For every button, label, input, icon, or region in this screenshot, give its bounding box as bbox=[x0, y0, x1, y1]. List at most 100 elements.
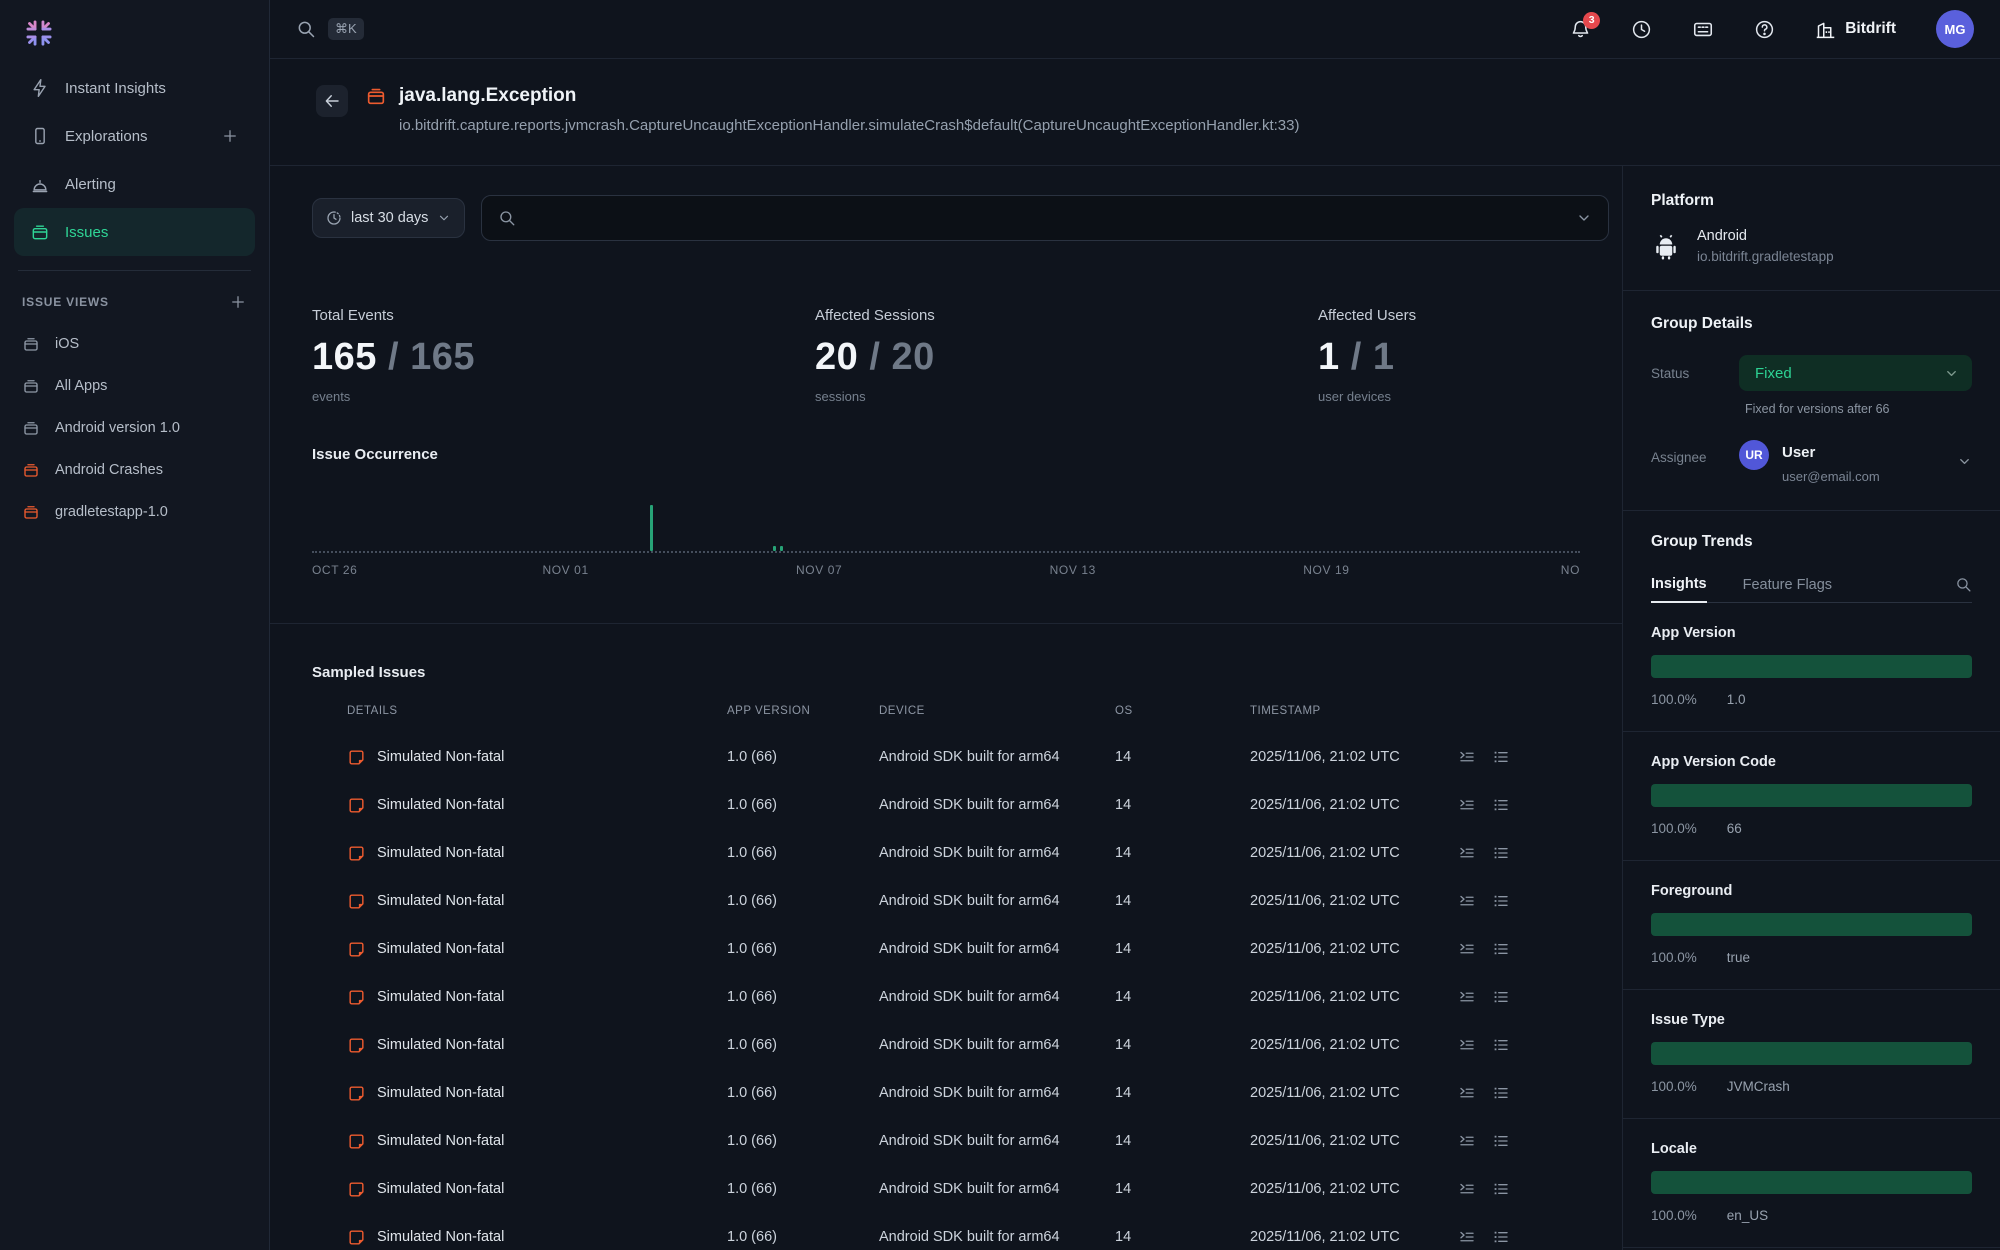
trend-distribution-bar[interactable] bbox=[1651, 1042, 1972, 1065]
list-view-icon[interactable] bbox=[1492, 1036, 1510, 1054]
list-view-icon[interactable] bbox=[1492, 1228, 1510, 1246]
table-row[interactable]: Simulated Non-fatal 1.0 (66) Android SDK… bbox=[312, 1117, 1622, 1165]
table-row[interactable]: Simulated Non-fatal 1.0 (66) Android SDK… bbox=[312, 973, 1622, 1021]
table-row[interactable]: Simulated Non-fatal 1.0 (66) Android SDK… bbox=[312, 781, 1622, 829]
list-view-icon[interactable] bbox=[1492, 940, 1510, 958]
cell-details: Simulated Non-fatal bbox=[347, 1228, 727, 1247]
list-view-icon[interactable] bbox=[1492, 988, 1510, 1006]
notifications-bell-icon[interactable]: 3 bbox=[1570, 19, 1591, 40]
bitdrift-logo-icon[interactable] bbox=[20, 14, 58, 52]
trend-distribution-bar[interactable] bbox=[1651, 913, 1972, 936]
list-view-icon[interactable] bbox=[1492, 1180, 1510, 1198]
table-row[interactable]: Simulated Non-fatal 1.0 (66) Android SDK… bbox=[312, 1069, 1622, 1117]
view-logs-icon[interactable] bbox=[1458, 1180, 1476, 1198]
view-logs-icon[interactable] bbox=[1458, 988, 1476, 1006]
add-exploration-icon[interactable] bbox=[221, 127, 239, 145]
chevron-down-icon bbox=[437, 211, 451, 225]
sidebar-item-issues[interactable]: Issues bbox=[14, 208, 255, 256]
group-details-section: Group Details Status Fixed Fixed for ver… bbox=[1623, 290, 2000, 510]
trend-distribution-bar[interactable] bbox=[1651, 1171, 1972, 1194]
issue-view-item[interactable]: Android Crashes bbox=[0, 449, 269, 491]
issues-box-icon bbox=[22, 377, 40, 395]
sidebar-item-explorations[interactable]: Explorations bbox=[14, 112, 255, 160]
keyboard-shortcuts-icon[interactable] bbox=[1692, 18, 1714, 40]
search-icon[interactable] bbox=[1955, 576, 1972, 593]
issue-view-label: iOS bbox=[55, 336, 79, 352]
cell-device: Android SDK built for arm64 bbox=[879, 1133, 1115, 1149]
issue-title: java.lang.Exception bbox=[399, 85, 576, 107]
list-view-icon[interactable] bbox=[1492, 748, 1510, 766]
org-switcher[interactable]: Bitdrift bbox=[1815, 19, 1896, 40]
issues-box-icon bbox=[22, 419, 40, 437]
trend-value: true bbox=[1727, 950, 1750, 965]
crash-report-icon bbox=[347, 1228, 366, 1247]
trend-distribution-bar[interactable] bbox=[1651, 655, 1972, 678]
sidebar-item-alerting[interactable]: Alerting bbox=[14, 160, 255, 208]
view-logs-icon[interactable] bbox=[1458, 748, 1476, 766]
cell-timestamp: 2025/11/06, 21:02 UTC bbox=[1250, 1085, 1458, 1101]
trend-item: Locale 100.0% en_US bbox=[1623, 1118, 2000, 1247]
add-issue-view-icon[interactable] bbox=[229, 293, 247, 311]
view-logs-icon[interactable] bbox=[1458, 892, 1476, 910]
view-logs-icon[interactable] bbox=[1458, 1228, 1476, 1246]
tab-insights[interactable]: Insights bbox=[1651, 567, 1707, 603]
issue-view-item[interactable]: Android version 1.0 bbox=[0, 407, 269, 449]
issue-view-label: All Apps bbox=[55, 378, 107, 394]
history-clock-icon[interactable] bbox=[1631, 19, 1652, 40]
global-search[interactable]: ⌘K bbox=[296, 18, 364, 40]
cell-details: Simulated Non-fatal bbox=[347, 892, 727, 911]
table-row[interactable]: Simulated Non-fatal 1.0 (66) Android SDK… bbox=[312, 925, 1622, 973]
list-view-icon[interactable] bbox=[1492, 1132, 1510, 1150]
trend-percent: 100.0% bbox=[1651, 1079, 1697, 1094]
cell-timestamp: 2025/11/06, 21:02 UTC bbox=[1250, 989, 1458, 1005]
trend-distribution-bar[interactable] bbox=[1651, 784, 1972, 807]
trend-percent: 100.0% bbox=[1651, 950, 1697, 965]
column-header-device: DEVICE bbox=[879, 705, 1115, 717]
table-row[interactable]: Simulated Non-fatal 1.0 (66) Android SDK… bbox=[312, 1021, 1622, 1069]
list-view-icon[interactable] bbox=[1492, 796, 1510, 814]
cell-details: Simulated Non-fatal bbox=[347, 748, 727, 767]
issue-view-item[interactable]: All Apps bbox=[0, 365, 269, 407]
chart-bar bbox=[650, 505, 653, 551]
issues-filter-input[interactable] bbox=[526, 210, 1566, 227]
column-header-app-version: APP VERSION bbox=[727, 705, 879, 717]
table-row[interactable]: Simulated Non-fatal 1.0 (66) Android SDK… bbox=[312, 733, 1622, 781]
list-view-icon[interactable] bbox=[1492, 844, 1510, 862]
platform-section: Platform Android io.bitdrift.gradletesta… bbox=[1623, 166, 2000, 290]
list-view-icon[interactable] bbox=[1492, 892, 1510, 910]
status-select[interactable]: Fixed bbox=[1739, 355, 1972, 391]
assignee-select[interactable]: UR User user@email.com bbox=[1739, 440, 1957, 484]
section-divider bbox=[270, 623, 1623, 624]
issues-filter bbox=[481, 195, 1609, 241]
issue-view-item[interactable]: iOS bbox=[0, 323, 269, 365]
list-view-icon[interactable] bbox=[1492, 1084, 1510, 1102]
back-button[interactable] bbox=[316, 85, 348, 117]
sidebar-item-instant-insights[interactable]: Instant Insights bbox=[14, 64, 255, 112]
status-value: Fixed bbox=[1755, 365, 1944, 382]
trend-value: 66 bbox=[1727, 821, 1742, 836]
cell-app-version: 1.0 (66) bbox=[727, 1229, 879, 1245]
table-row[interactable]: Simulated Non-fatal 1.0 (66) Android SDK… bbox=[312, 1213, 1622, 1250]
table-row[interactable]: Simulated Non-fatal 1.0 (66) Android SDK… bbox=[312, 1165, 1622, 1213]
cell-timestamp: 2025/11/06, 21:02 UTC bbox=[1250, 797, 1458, 813]
view-logs-icon[interactable] bbox=[1458, 1132, 1476, 1150]
view-logs-icon[interactable] bbox=[1458, 940, 1476, 958]
table-row[interactable]: Simulated Non-fatal 1.0 (66) Android SDK… bbox=[312, 829, 1622, 877]
topbar: ⌘K 3 Bitdrift MG bbox=[270, 0, 2000, 59]
help-icon[interactable] bbox=[1754, 19, 1775, 40]
building-icon bbox=[1815, 19, 1836, 40]
view-logs-icon[interactable] bbox=[1458, 1084, 1476, 1102]
view-logs-icon[interactable] bbox=[1458, 796, 1476, 814]
time-range-selector[interactable]: last 30 days bbox=[312, 198, 465, 238]
cell-timestamp: 2025/11/06, 21:02 UTC bbox=[1250, 1133, 1458, 1149]
chevron-down-icon[interactable] bbox=[1576, 210, 1592, 226]
issue-view-item[interactable]: gradletestapp-1.0 bbox=[0, 491, 269, 533]
sidebar-nav: Instant Insights Explorations Alerting I… bbox=[0, 64, 269, 256]
tab-feature-flags[interactable]: Feature Flags bbox=[1743, 567, 1832, 603]
view-logs-icon[interactable] bbox=[1458, 1036, 1476, 1054]
stat-affected-users: Affected Users 1 / 1 user devices bbox=[1318, 307, 1416, 404]
assignee-name: User bbox=[1782, 440, 1880, 461]
user-avatar[interactable]: MG bbox=[1936, 10, 1974, 48]
table-row[interactable]: Simulated Non-fatal 1.0 (66) Android SDK… bbox=[312, 877, 1622, 925]
view-logs-icon[interactable] bbox=[1458, 844, 1476, 862]
